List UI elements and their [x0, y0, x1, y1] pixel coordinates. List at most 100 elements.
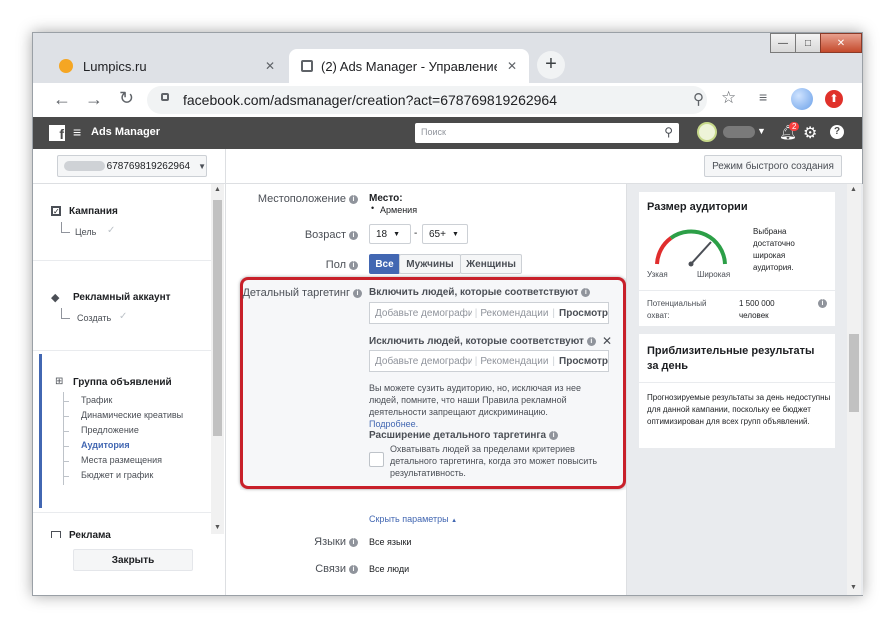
- info-icon[interactable]: i: [581, 287, 591, 297]
- sidebar-subitem-offer[interactable]: Предложение: [63, 425, 223, 439]
- maximize-button[interactable]: □: [795, 33, 821, 53]
- close-window-button[interactable]: ✕: [820, 33, 862, 53]
- right-panel: Размер аудитории Узкая Широкая Выбрана д…: [626, 184, 863, 595]
- sidebar-item-ad-account[interactable]: Рекламный аккаунт: [73, 292, 171, 303]
- scrollbar-thumb[interactable]: [849, 334, 859, 412]
- info-icon[interactable]: i: [349, 537, 358, 547]
- url-text[interactable]: facebook.com/adsmanager/creation?act=678…: [183, 92, 557, 108]
- sidebar-subitem-dynamic-creatives[interactable]: Динамические креативы: [63, 410, 223, 424]
- account-avatar[interactable]: [697, 122, 717, 142]
- bookmark-star-icon[interactable]: ☆: [721, 88, 736, 108]
- close-button[interactable]: Закрыть: [73, 549, 193, 571]
- window-controls: — □ ✕: [770, 33, 862, 53]
- account-selector[interactable]: 678769819262964 ▼: [57, 155, 207, 177]
- exclude-browse-button[interactable]: Просмотр: [559, 356, 608, 367]
- help-icon[interactable]: ?: [830, 125, 844, 139]
- languages-label: Языки i: [226, 536, 358, 548]
- exclude-targeting-input[interactable]: Добавьте демографические | Рекомендации …: [369, 350, 609, 372]
- subitem-label: Предложение: [81, 425, 139, 435]
- scroll-down-icon[interactable]: ▼: [850, 584, 857, 591]
- scrollbar-thumb[interactable]: [213, 200, 222, 436]
- subitem-label: Бюджет и график: [81, 470, 154, 480]
- include-input-placeholder: Добавьте демографические: [375, 307, 472, 319]
- separator: |: [552, 307, 556, 319]
- sidebar-subitem-traffic[interactable]: Трафик: [63, 395, 223, 409]
- tab-close-icon[interactable]: ✕: [265, 59, 275, 73]
- audience-description: Выбрана достаточно широкая аудитория.: [753, 227, 795, 272]
- info-icon[interactable]: i: [353, 288, 362, 298]
- ads-manager-content: 678769819262964 ▼ Режим быстрого создани…: [33, 149, 863, 595]
- media-control-icon[interactable]: ≡: [759, 89, 767, 105]
- potential-reach-value: 1 500 000 человек: [739, 299, 775, 320]
- reload-icon[interactable]: ↻: [119, 88, 134, 109]
- scroll-up-icon[interactable]: ▲: [214, 186, 221, 193]
- include-browse-button[interactable]: Просмотр: [559, 308, 608, 319]
- minimize-button[interactable]: —: [770, 33, 796, 53]
- search-icon[interactable]: ⚲: [664, 125, 673, 139]
- sidebar-item-ad[interactable]: Реклама: [69, 530, 111, 538]
- expansion-title-text: Расширение детального таргетинга: [369, 430, 547, 441]
- sidebar-subitem-placements[interactable]: Места размещения: [63, 455, 223, 469]
- gender-all-button[interactable]: Все: [369, 254, 400, 274]
- hamburger-menu-icon[interactable]: ≡: [73, 124, 81, 140]
- facebook-logo-icon[interactable]: f: [49, 125, 65, 141]
- back-icon[interactable]: ←: [53, 89, 71, 110]
- expansion-checkbox[interactable]: [369, 452, 384, 467]
- address-bar[interactable]: facebook.com/adsmanager/creation?act=678…: [147, 86, 707, 114]
- ad-icon: [51, 531, 61, 538]
- campaign-icon: ✓: [51, 206, 61, 216]
- info-icon[interactable]: i: [349, 194, 358, 204]
- profile-avatar[interactable]: [791, 88, 813, 110]
- gender-men-button[interactable]: Мужчины: [399, 254, 461, 274]
- learn-more-link[interactable]: Подробнее.: [369, 419, 418, 429]
- include-recommendations-link[interactable]: Рекомендации: [480, 308, 548, 319]
- gender-label: Пол i: [226, 259, 358, 271]
- age-min-select[interactable]: 18 ▼: [369, 224, 411, 244]
- quick-create-button[interactable]: Режим быстрого создания: [704, 155, 842, 177]
- fb-search-input[interactable]: Поиск ⚲: [415, 123, 679, 143]
- sidebar-subitem-budget[interactable]: Бюджет и график: [63, 470, 223, 484]
- location-label: Местоположение i: [226, 193, 358, 205]
- age-max-select[interactable]: 65+ ▼: [422, 224, 468, 244]
- update-icon[interactable]: ⬆: [825, 90, 843, 108]
- sidebar-item-goal[interactable]: Цель: [75, 227, 96, 237]
- gauge-min-label: Узкая: [647, 270, 668, 279]
- detailed-label-text: Детальный таргетинг: [242, 287, 350, 299]
- chevron-up-icon: ▲: [451, 518, 458, 524]
- hide-params-link[interactable]: Скрыть параметры ▲: [369, 514, 457, 524]
- audience-title: Размер аудитории: [647, 201, 748, 213]
- gender-women-button[interactable]: Женщины: [460, 254, 522, 274]
- account-name-blurred[interactable]: [723, 126, 755, 138]
- sidebar-item-campaign[interactable]: Кампания: [69, 206, 118, 217]
- new-tab-button[interactable]: +: [537, 51, 565, 79]
- zoom-icon[interactable]: ⚲: [693, 90, 704, 108]
- sidebar-item-ad-group[interactable]: Группа объявлений: [73, 377, 172, 388]
- sidebar-item-create[interactable]: Создать: [77, 313, 111, 323]
- tab-lumpics[interactable]: Lumpics.ru ✕: [47, 49, 287, 83]
- settings-gear-icon[interactable]: ⚙: [803, 123, 817, 143]
- languages-value[interactable]: Все языки: [369, 537, 411, 547]
- info-icon[interactable]: i: [349, 260, 358, 270]
- info-icon[interactable]: i: [586, 336, 596, 346]
- info-icon[interactable]: i: [349, 230, 358, 240]
- divider: [33, 260, 211, 261]
- sidebar-subitem-audience[interactable]: Аудитория: [63, 440, 223, 454]
- subitem-label: Трафик: [81, 395, 113, 405]
- sidebar-scrollbar[interactable]: ▲ ▼: [211, 184, 224, 534]
- chevron-down-icon[interactable]: ▼: [757, 126, 766, 136]
- tab-close-icon[interactable]: ✕: [507, 59, 517, 73]
- main-form: Местоположение i Место: • Армения Возраст…: [226, 184, 626, 595]
- connections-value[interactable]: Все люди: [369, 564, 409, 574]
- scroll-down-icon[interactable]: ▼: [214, 524, 221, 531]
- main-scrollbar[interactable]: ▲ ▼: [847, 184, 861, 595]
- info-icon[interactable]: i: [349, 564, 358, 574]
- include-targeting-input[interactable]: Добавьте демографические | Рекомендации …: [369, 302, 609, 324]
- tab-ads-manager[interactable]: (2) Ads Manager - Управление р ✕: [289, 49, 529, 83]
- remove-exclude-icon[interactable]: ✕: [602, 334, 612, 348]
- exclude-recommendations-link[interactable]: Рекомендации: [480, 356, 548, 367]
- info-icon[interactable]: i: [549, 430, 559, 440]
- tab-title: (2) Ads Manager - Управление р: [321, 58, 497, 74]
- scroll-up-icon[interactable]: ▲: [850, 186, 857, 193]
- info-icon[interactable]: i: [818, 299, 827, 308]
- forward-icon[interactable]: →: [85, 89, 103, 110]
